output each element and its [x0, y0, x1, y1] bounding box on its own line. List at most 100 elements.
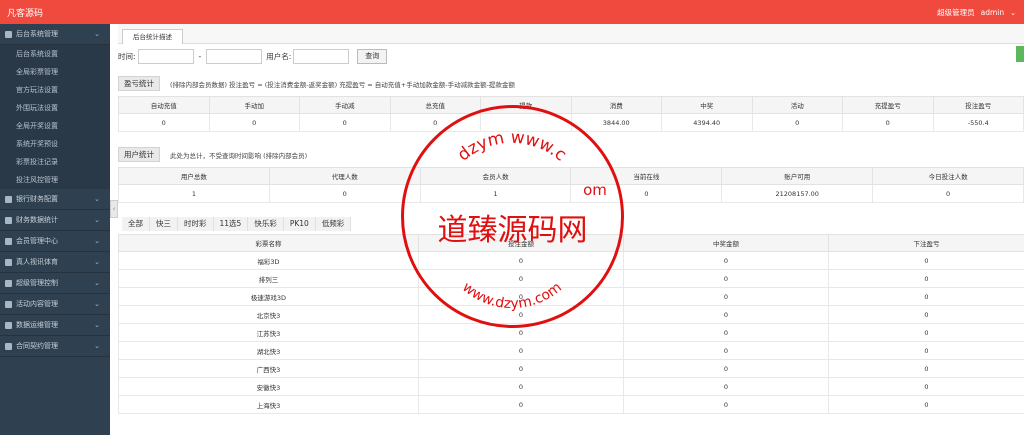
- table-cell: 0: [623, 287, 829, 306]
- table-cell: 0: [828, 377, 1024, 396]
- table-cell: 21208157.00: [721, 184, 874, 203]
- tab-k3[interactable]: 快三: [150, 217, 178, 231]
- brand-logo[interactable]: 凡客源码: [7, 6, 43, 19]
- chevron-down-icon: ⌄: [94, 216, 100, 224]
- sidebar-collapse-handle[interactable]: ‹: [110, 200, 118, 218]
- sidebar-group-members[interactable]: 会员管理中心 ⌄: [0, 231, 110, 252]
- sidebar-group-live[interactable]: 真人视讯体育 ⌄: [0, 252, 110, 273]
- start-time-input[interactable]: [137, 48, 194, 64]
- table-row: 北京快3 0 0 0: [118, 305, 1024, 324]
- table-cell: 上海快3: [118, 395, 419, 414]
- table-row: 上海快3 0 0 0: [118, 395, 1024, 414]
- table-cell: 3844.00: [570, 113, 662, 132]
- table-row: 安徽快3 0 0 0: [118, 377, 1024, 396]
- sidebar-group-super[interactable]: 超级管理控制 ⌄: [0, 273, 110, 294]
- table-header: 投注金额: [418, 234, 624, 252]
- table-header: 今日投注人数: [872, 167, 1024, 185]
- table-row: 湖北快3 0 0 0: [118, 341, 1024, 360]
- tab-ssc[interactable]: 时时彩: [178, 217, 214, 231]
- section-note: (排除内部会员数据) 投注盈亏 = (投注消费金额-返奖金额) 充提盈亏 = 自…: [170, 80, 515, 89]
- table-cell: 0: [418, 359, 624, 378]
- database-icon: [5, 321, 12, 329]
- table-header: 手动加: [208, 96, 300, 114]
- sidebar-group-bank[interactable]: 银行财务配置 ⌄: [0, 189, 110, 210]
- username-input[interactable]: [293, 48, 350, 64]
- sidebar-item[interactable]: 彩票投注记录: [0, 153, 110, 171]
- table-cell: 0: [208, 113, 300, 132]
- sidebar-group-finance[interactable]: 财务数据统计 ⌄: [0, 210, 110, 231]
- table-header: 当前在线: [570, 167, 723, 185]
- chevron-down-icon: ⌄: [94, 279, 100, 287]
- sidebar: 后台系统管理 ⌄ 后台系统设置 全局彩票管理 官方玩法设置 外围玩法设置 全局开…: [0, 24, 110, 435]
- table-header: 彩票名称: [118, 234, 419, 252]
- table-cell: 0: [623, 269, 829, 288]
- section-note: 此处为总计，不受查询时间影响 (排除内部会员): [170, 151, 308, 160]
- table-cell: 福彩3D: [118, 251, 419, 270]
- table-header: 用户总数: [118, 167, 270, 185]
- table-header: 总充值: [389, 96, 481, 114]
- tab-klc[interactable]: 快乐彩: [248, 217, 284, 231]
- lottery-table: 彩票名称 投注金额 中奖金额 下注盈亏 福彩3D 0 0 0 排列三 0 0 0 极速游戏3…: [118, 234, 1024, 414]
- table-cell: 0: [623, 251, 829, 270]
- table-row: 0 0 0 0 3844.00 4394.40 0 0 -550.4: [118, 113, 1024, 132]
- sidebar-item[interactable]: 外围玩法设置: [0, 99, 110, 117]
- table-row: 1 0 1 0 21208157.00 0: [118, 184, 1024, 203]
- table-cell: 0: [828, 287, 1024, 306]
- sidebar-group-system[interactable]: 后台系统管理 ⌄: [0, 24, 110, 45]
- profit-table: 自动充值 手动加 手动减 总充值 提款 消费 中奖 活动 充提盈亏 投注盈亏 0…: [118, 96, 1024, 132]
- tab-stats[interactable]: 后台统计描述: [122, 29, 183, 44]
- chevron-down-icon: ⌄: [94, 237, 100, 245]
- table-row: 极速游戏3D 0 0 0: [118, 287, 1024, 306]
- user-menu[interactable]: 超级管理员 admin ⌄: [937, 7, 1016, 18]
- tab-low-freq[interactable]: 低频彩: [315, 217, 352, 231]
- sidebar-group-contract[interactable]: 合同契约管理 ⌄: [0, 336, 110, 357]
- section-tag: 用户统计: [118, 147, 160, 162]
- tab-11x5[interactable]: 11选5: [213, 217, 249, 231]
- tab-all[interactable]: 全部: [122, 217, 150, 231]
- chevron-down-icon: ⌄: [94, 30, 100, 38]
- user-section: 用户统计 此处为总计，不受查询时间影响 (排除内部会员) 用户总数 代理人数 会…: [118, 147, 1024, 203]
- side-action-button[interactable]: [1016, 46, 1024, 62]
- chevron-down-icon: ⌄: [94, 258, 100, 266]
- table-cell: 0: [828, 269, 1024, 288]
- tab-bar: 后台统计描述: [118, 24, 1024, 44]
- sidebar-item[interactable]: 系统开奖预设: [0, 135, 110, 153]
- table-header: 中奖: [661, 96, 753, 114]
- table-row: 江苏快3 0 0 0: [118, 323, 1024, 342]
- table-header: 消费: [570, 96, 662, 114]
- search-button[interactable]: 查询: [357, 48, 388, 64]
- table-cell: 0: [828, 395, 1024, 414]
- sidebar-submenu: 后台系统设置 全局彩票管理 官方玩法设置 外围玩法设置 全局开奖设置 系统开奖预…: [0, 45, 110, 189]
- time-label: 时间:: [118, 51, 136, 61]
- sidebar-group-ops[interactable]: 数据运维管理 ⌄: [0, 315, 110, 336]
- table-cell: 0: [828, 341, 1024, 360]
- table-row: 排列三 0 0 0: [118, 269, 1024, 288]
- sidebar-group-activity[interactable]: 活动内容管理 ⌄: [0, 294, 110, 315]
- table-header: 活动: [751, 96, 843, 114]
- user-role: 超级管理员: [937, 8, 975, 17]
- table-cell: 0: [418, 323, 624, 342]
- table-row: 福彩3D 0 0 0: [118, 251, 1024, 270]
- table-cell: 0: [389, 113, 481, 132]
- user-table: 用户总数 代理人数 会员人数 当前在线 账户可用 今日投注人数 1 0 1 0 …: [118, 167, 1024, 203]
- table-header: 中奖金额: [623, 234, 829, 252]
- table-cell: 0: [299, 113, 391, 132]
- table-cell: 0: [623, 377, 829, 396]
- table-cell: 0: [623, 323, 829, 342]
- table-cell: 极速游戏3D: [118, 287, 419, 306]
- sidebar-item[interactable]: 全局彩票管理: [0, 63, 110, 81]
- sidebar-item[interactable]: 后台系统设置: [0, 45, 110, 63]
- tab-pk10[interactable]: PK10: [283, 217, 316, 231]
- username-label: 用户名:: [266, 51, 292, 61]
- top-bar: 凡客源码 超级管理员 admin ⌄: [0, 0, 1024, 24]
- sidebar-item[interactable]: 官方玩法设置: [0, 81, 110, 99]
- chevron-down-icon: ⌄: [94, 321, 100, 329]
- sidebar-item[interactable]: 全局开奖设置: [0, 117, 110, 135]
- table-header: 会员人数: [419, 167, 572, 185]
- table-header: 账户可用: [721, 167, 874, 185]
- chart-icon: [5, 216, 12, 224]
- end-time-input[interactable]: [206, 48, 263, 64]
- sidebar-item[interactable]: 投注风控管理: [0, 171, 110, 189]
- table-cell: 1: [419, 184, 572, 203]
- table-cell: 0: [623, 305, 829, 324]
